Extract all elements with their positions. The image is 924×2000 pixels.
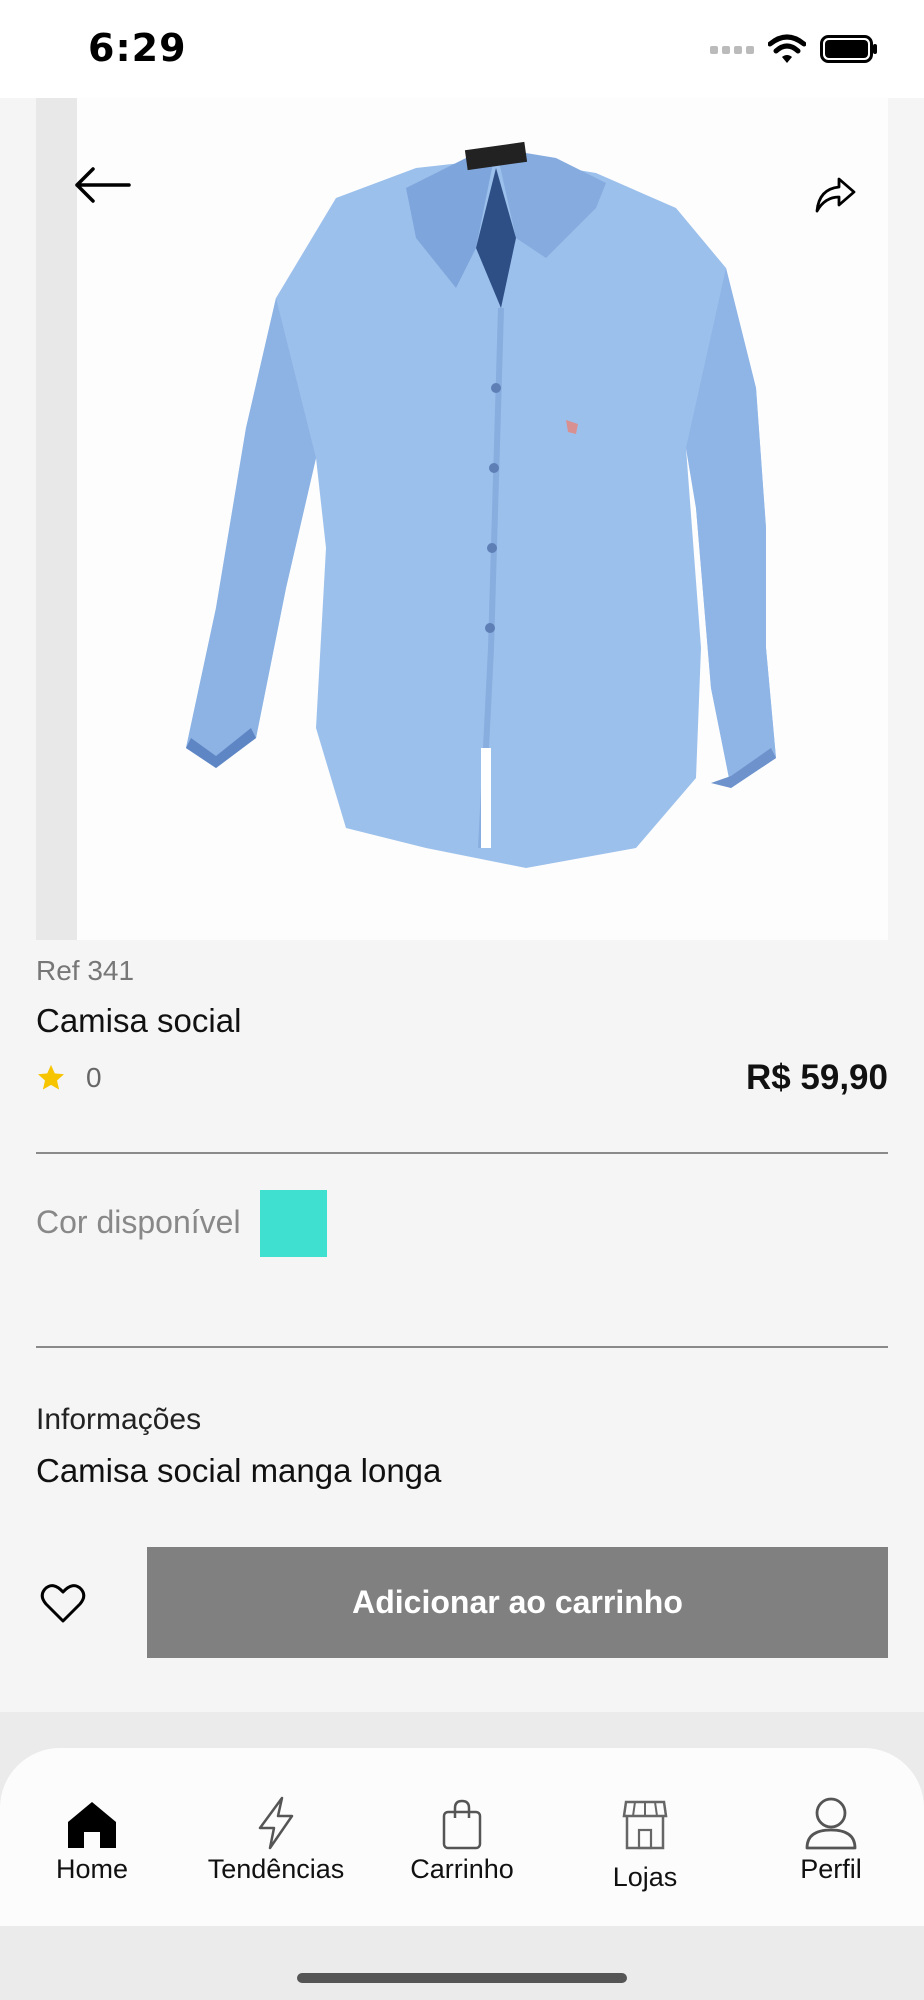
rating-count: 0 [86, 1062, 102, 1093]
tab-label: Tendências [207, 1854, 345, 1884]
product-price: R$ 59,90 [745, 1058, 888, 1097]
star-icon [38, 1064, 64, 1090]
product-name: Camisa social [36, 1002, 242, 1039]
shopping-bag-icon [442, 1799, 482, 1850]
heart-icon [40, 1584, 86, 1623]
store-icon [622, 1800, 668, 1850]
share-icon [815, 177, 856, 213]
tab-label: Perfil [800, 1854, 862, 1884]
favorite-button[interactable] [38, 1578, 88, 1628]
tab-carrinho[interactable]: Carrinho [377, 1790, 547, 1885]
tab-home[interactable]: Home [7, 1790, 177, 1885]
status-bar: 6:29 [0, 0, 924, 98]
home-icon [68, 1802, 116, 1848]
home-indicator [297, 1973, 627, 1983]
tab-tendencias[interactable]: Tendências [191, 1790, 361, 1885]
tab-lojas[interactable]: Lojas [560, 1790, 730, 1893]
back-button[interactable] [70, 160, 134, 210]
color-swatch[interactable] [260, 1190, 327, 1257]
shirt-image [186, 141, 776, 868]
info-description: Camisa social manga longa [36, 1452, 442, 1489]
status-time: 6:29 [88, 26, 187, 70]
tab-label: Carrinho [410, 1854, 514, 1884]
cellular-signal-icon [710, 43, 754, 61]
divider [36, 1346, 888, 1348]
product-ref: Ref 341 [36, 955, 135, 986]
rating: 0 [36, 1062, 102, 1094]
product-image[interactable] [36, 98, 888, 940]
wifi-icon [767, 34, 807, 69]
divider [36, 1152, 888, 1154]
tab-label: Lojas [612, 1862, 678, 1892]
add-to-cart-button[interactable]: Adicionar ao carrinho [147, 1547, 888, 1658]
battery-icon [820, 35, 878, 68]
image-carousel-edge [36, 98, 77, 940]
user-icon [805, 1797, 857, 1850]
tab-perfil[interactable]: Perfil [746, 1790, 916, 1885]
tab-label: Home [55, 1854, 129, 1884]
info-title: Informações [36, 1403, 202, 1436]
arrow-left-icon [75, 167, 131, 203]
color-label: Cor disponível [36, 1204, 241, 1240]
share-button[interactable] [810, 170, 860, 220]
lightning-icon [258, 1796, 294, 1850]
status-icons [710, 34, 878, 69]
